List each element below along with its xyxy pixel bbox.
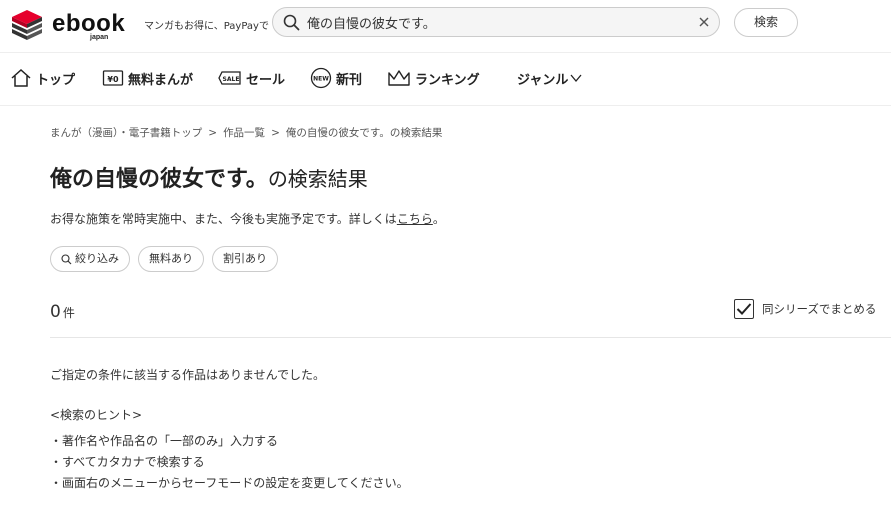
book-stack-icon bbox=[12, 10, 42, 40]
nav-item-label: 無料まんが bbox=[128, 72, 194, 88]
checkbox[interactable] bbox=[734, 299, 754, 319]
nav-item-label: ジャンル bbox=[517, 72, 569, 88]
site-header: ebook japan マンガもお得に、PayPayで 検索 bbox=[0, 0, 891, 53]
result-count-value: 0 bbox=[50, 302, 61, 322]
group-series-checkbox[interactable]: 同シリーズでまとめる bbox=[734, 299, 876, 319]
home-icon bbox=[10, 68, 32, 88]
title-suffix: の検索結果 bbox=[267, 167, 368, 191]
hint-title: <検索のヒント> bbox=[50, 408, 143, 422]
free-yen-icon: ¥0 bbox=[102, 68, 124, 88]
checkbox-label: 同シリーズでまとめる bbox=[762, 302, 877, 316]
search-input[interactable] bbox=[307, 12, 687, 32]
crown-icon bbox=[387, 68, 411, 88]
check-icon bbox=[736, 303, 752, 315]
title-query: 俺の自慢の彼女です。 bbox=[50, 167, 268, 192]
logo-text: ebook bbox=[52, 10, 126, 37]
nav-item-label: ランキング bbox=[415, 72, 480, 88]
hint-list: ・著作名や作品名の「一部のみ」入力する ・すべてカタカナで検索する ・画面右のメ… bbox=[50, 432, 409, 495]
nav-item-sale[interactable]: SALE セール bbox=[218, 65, 285, 91]
notice-end: 。 bbox=[432, 212, 445, 226]
no-results-message: ご指定の条件に該当する作品はありませんでした。 bbox=[50, 368, 326, 382]
nav-item-genre[interactable]: ジャンル bbox=[517, 65, 586, 91]
notice-link[interactable]: こちら bbox=[397, 212, 433, 226]
chevron-down-icon bbox=[570, 73, 582, 83]
new-badge-icon: NEW bbox=[310, 67, 332, 89]
nav-item-new[interactable]: NEW 新刊 bbox=[310, 65, 362, 91]
chip-label: 絞り込み bbox=[75, 252, 119, 265]
nav-item-label: トップ bbox=[36, 72, 76, 88]
discount-filter-chip[interactable]: 割引あり bbox=[212, 246, 278, 272]
chip-label: 無料あり bbox=[149, 252, 193, 265]
list-item: ・すべてカタカナで検索する bbox=[50, 455, 205, 469]
nav-item-free-manga[interactable]: ¥0 無料まんが bbox=[102, 65, 193, 91]
main-nav: トップ ¥0 無料まんが SALE セール NEW 新刊 ランキング ジャンル bbox=[0, 53, 891, 106]
result-count-unit: 件 bbox=[62, 306, 75, 320]
result-count: 0件 bbox=[50, 302, 75, 322]
list-item: ・著作名や作品名の「一部のみ」入力する bbox=[50, 434, 279, 448]
breadcrumb-link-works[interactable]: 作品一覧 bbox=[223, 127, 265, 139]
nav-item-ranking[interactable]: ランキング bbox=[387, 65, 480, 91]
filter-chips: 絞り込み 無料あり 割引あり bbox=[50, 246, 278, 272]
logo-subtext: japan bbox=[90, 34, 109, 41]
header-tagline: マンガもお得に、PayPayで bbox=[144, 21, 269, 32]
filter-button[interactable]: 絞り込み bbox=[50, 246, 130, 272]
breadcrumb: まんが（漫画）・電子書籍トップ > 作品一覧 > 俺の自慢の彼女です。の検索結果 bbox=[50, 125, 442, 140]
nav-item-top[interactable]: トップ bbox=[10, 65, 75, 91]
svg-text:NEW: NEW bbox=[313, 76, 329, 83]
clear-search-icon[interactable] bbox=[697, 15, 711, 29]
notice-text: お得な施策を常時実施中、また、今後も実施予定です。詳しくは bbox=[50, 212, 397, 226]
nav-item-label: 新刊 bbox=[336, 72, 363, 88]
ebook-japan-logo[interactable]: ebook japan bbox=[10, 8, 140, 42]
search-box bbox=[272, 7, 720, 37]
search-button[interactable]: 検索 bbox=[734, 8, 798, 37]
svg-text:SALE: SALE bbox=[223, 76, 240, 83]
divider bbox=[50, 337, 891, 338]
page-title: 俺の自慢の彼女です。の検索結果 bbox=[50, 161, 368, 193]
breadcrumb-link-top[interactable]: まんが（漫画）・電子書籍トップ bbox=[50, 127, 202, 139]
sale-tag-icon: SALE bbox=[218, 68, 242, 88]
campaign-notice: お得な施策を常時実施中、また、今後も実施予定です。詳しくはこちら。 bbox=[50, 210, 445, 227]
breadcrumb-current: 俺の自慢の彼女です。の検索結果 bbox=[285, 127, 443, 139]
search-icon bbox=[283, 14, 300, 31]
svg-text:¥0: ¥0 bbox=[107, 75, 119, 84]
breadcrumb-separator: > bbox=[208, 127, 218, 139]
list-item: ・画面右のメニューからセーフモードの設定を変更してください。 bbox=[50, 476, 409, 490]
chip-label: 割引あり bbox=[223, 252, 267, 265]
search-icon bbox=[61, 253, 72, 264]
free-filter-chip[interactable]: 無料あり bbox=[138, 246, 204, 272]
nav-item-label: セール bbox=[246, 72, 286, 88]
breadcrumb-separator: > bbox=[271, 127, 280, 139]
